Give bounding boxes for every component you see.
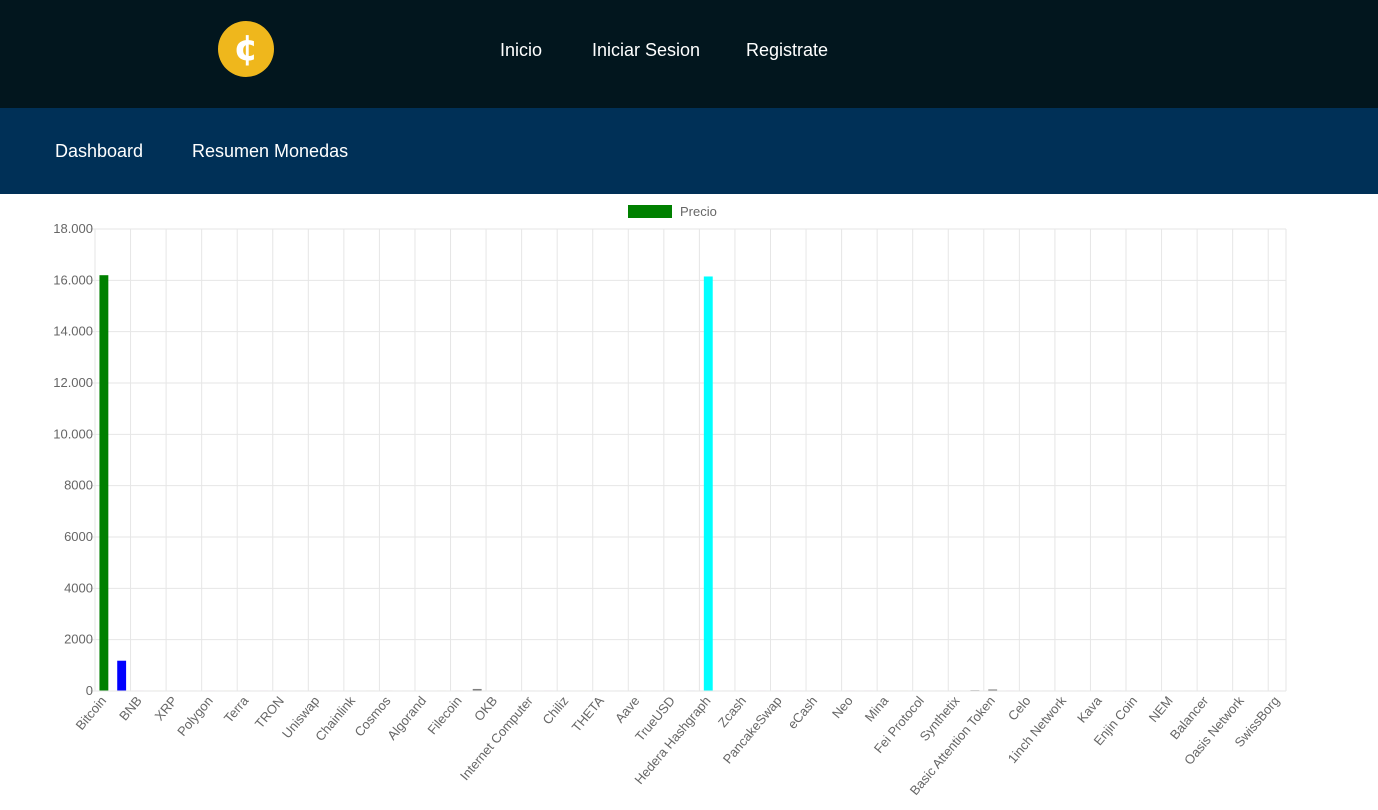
y-tick-label: 18.000 — [53, 221, 93, 236]
y-tick-label: 6000 — [64, 529, 93, 544]
x-tick-label: Terra — [221, 693, 252, 726]
bar[interactable] — [703, 276, 713, 691]
logo-glyph: ¢ — [233, 28, 259, 69]
legend-label[interactable]: Precio — [680, 204, 717, 219]
x-tick-label: Bitcoin — [73, 693, 110, 733]
x-tick-label: NEM — [1146, 693, 1176, 725]
y-tick-label: 12.000 — [53, 375, 93, 390]
x-tick-label: TRON — [252, 693, 287, 731]
subnav-dashboard[interactable]: Dashboard — [55, 139, 143, 163]
x-tick-label: eCash — [785, 693, 821, 731]
bar[interactable] — [99, 275, 109, 691]
x-tick-label: XRP — [152, 693, 181, 723]
y-tick-label: 8000 — [64, 478, 93, 493]
x-tick-label: Chiliz — [539, 693, 571, 727]
x-tick-label: Neo — [829, 693, 856, 721]
x-tick-label: THETA — [569, 693, 607, 735]
cent-coin-icon[interactable]: ¢ — [218, 21, 274, 77]
y-tick-label: 10.000 — [53, 426, 93, 441]
x-tick-label: Aave — [612, 693, 643, 725]
y-tick-label: 4000 — [64, 580, 93, 595]
x-tick-label: OKB — [471, 693, 500, 724]
y-tick-label: 16.000 — [53, 272, 93, 287]
nav-registrate[interactable]: Registrate — [746, 38, 828, 62]
legend-swatch[interactable] — [628, 205, 672, 218]
x-tick-label: Zcash — [715, 693, 749, 730]
x-tick-label: Kava — [1074, 693, 1105, 726]
y-tick-label: 0 — [86, 683, 93, 698]
x-tick-label: Polygon — [174, 693, 216, 739]
price-bar-chart: 0 2000 4000 6000 8000 10.000 12.000 14.000 16.00… — [53, 204, 1287, 798]
nav-iniciar-sesion[interactable]: Iniciar Sesion — [592, 38, 700, 62]
nav-inicio[interactable]: Inicio — [500, 38, 542, 62]
x-tick-label: BNB — [116, 693, 145, 723]
subnav-resumen-monedas[interactable]: Resumen Monedas — [192, 139, 348, 163]
x-tick-label: Celo — [1005, 693, 1034, 723]
y-tick-label: 2000 — [64, 632, 93, 647]
y-tick-label: 14.000 — [53, 324, 93, 339]
top-navbar: ¢ Inicio Iniciar Sesion Registrate — [0, 0, 1378, 108]
x-tick-label: Mina — [862, 693, 892, 725]
x-tick-label: Filecoin — [424, 693, 464, 737]
bar[interactable] — [117, 660, 127, 691]
